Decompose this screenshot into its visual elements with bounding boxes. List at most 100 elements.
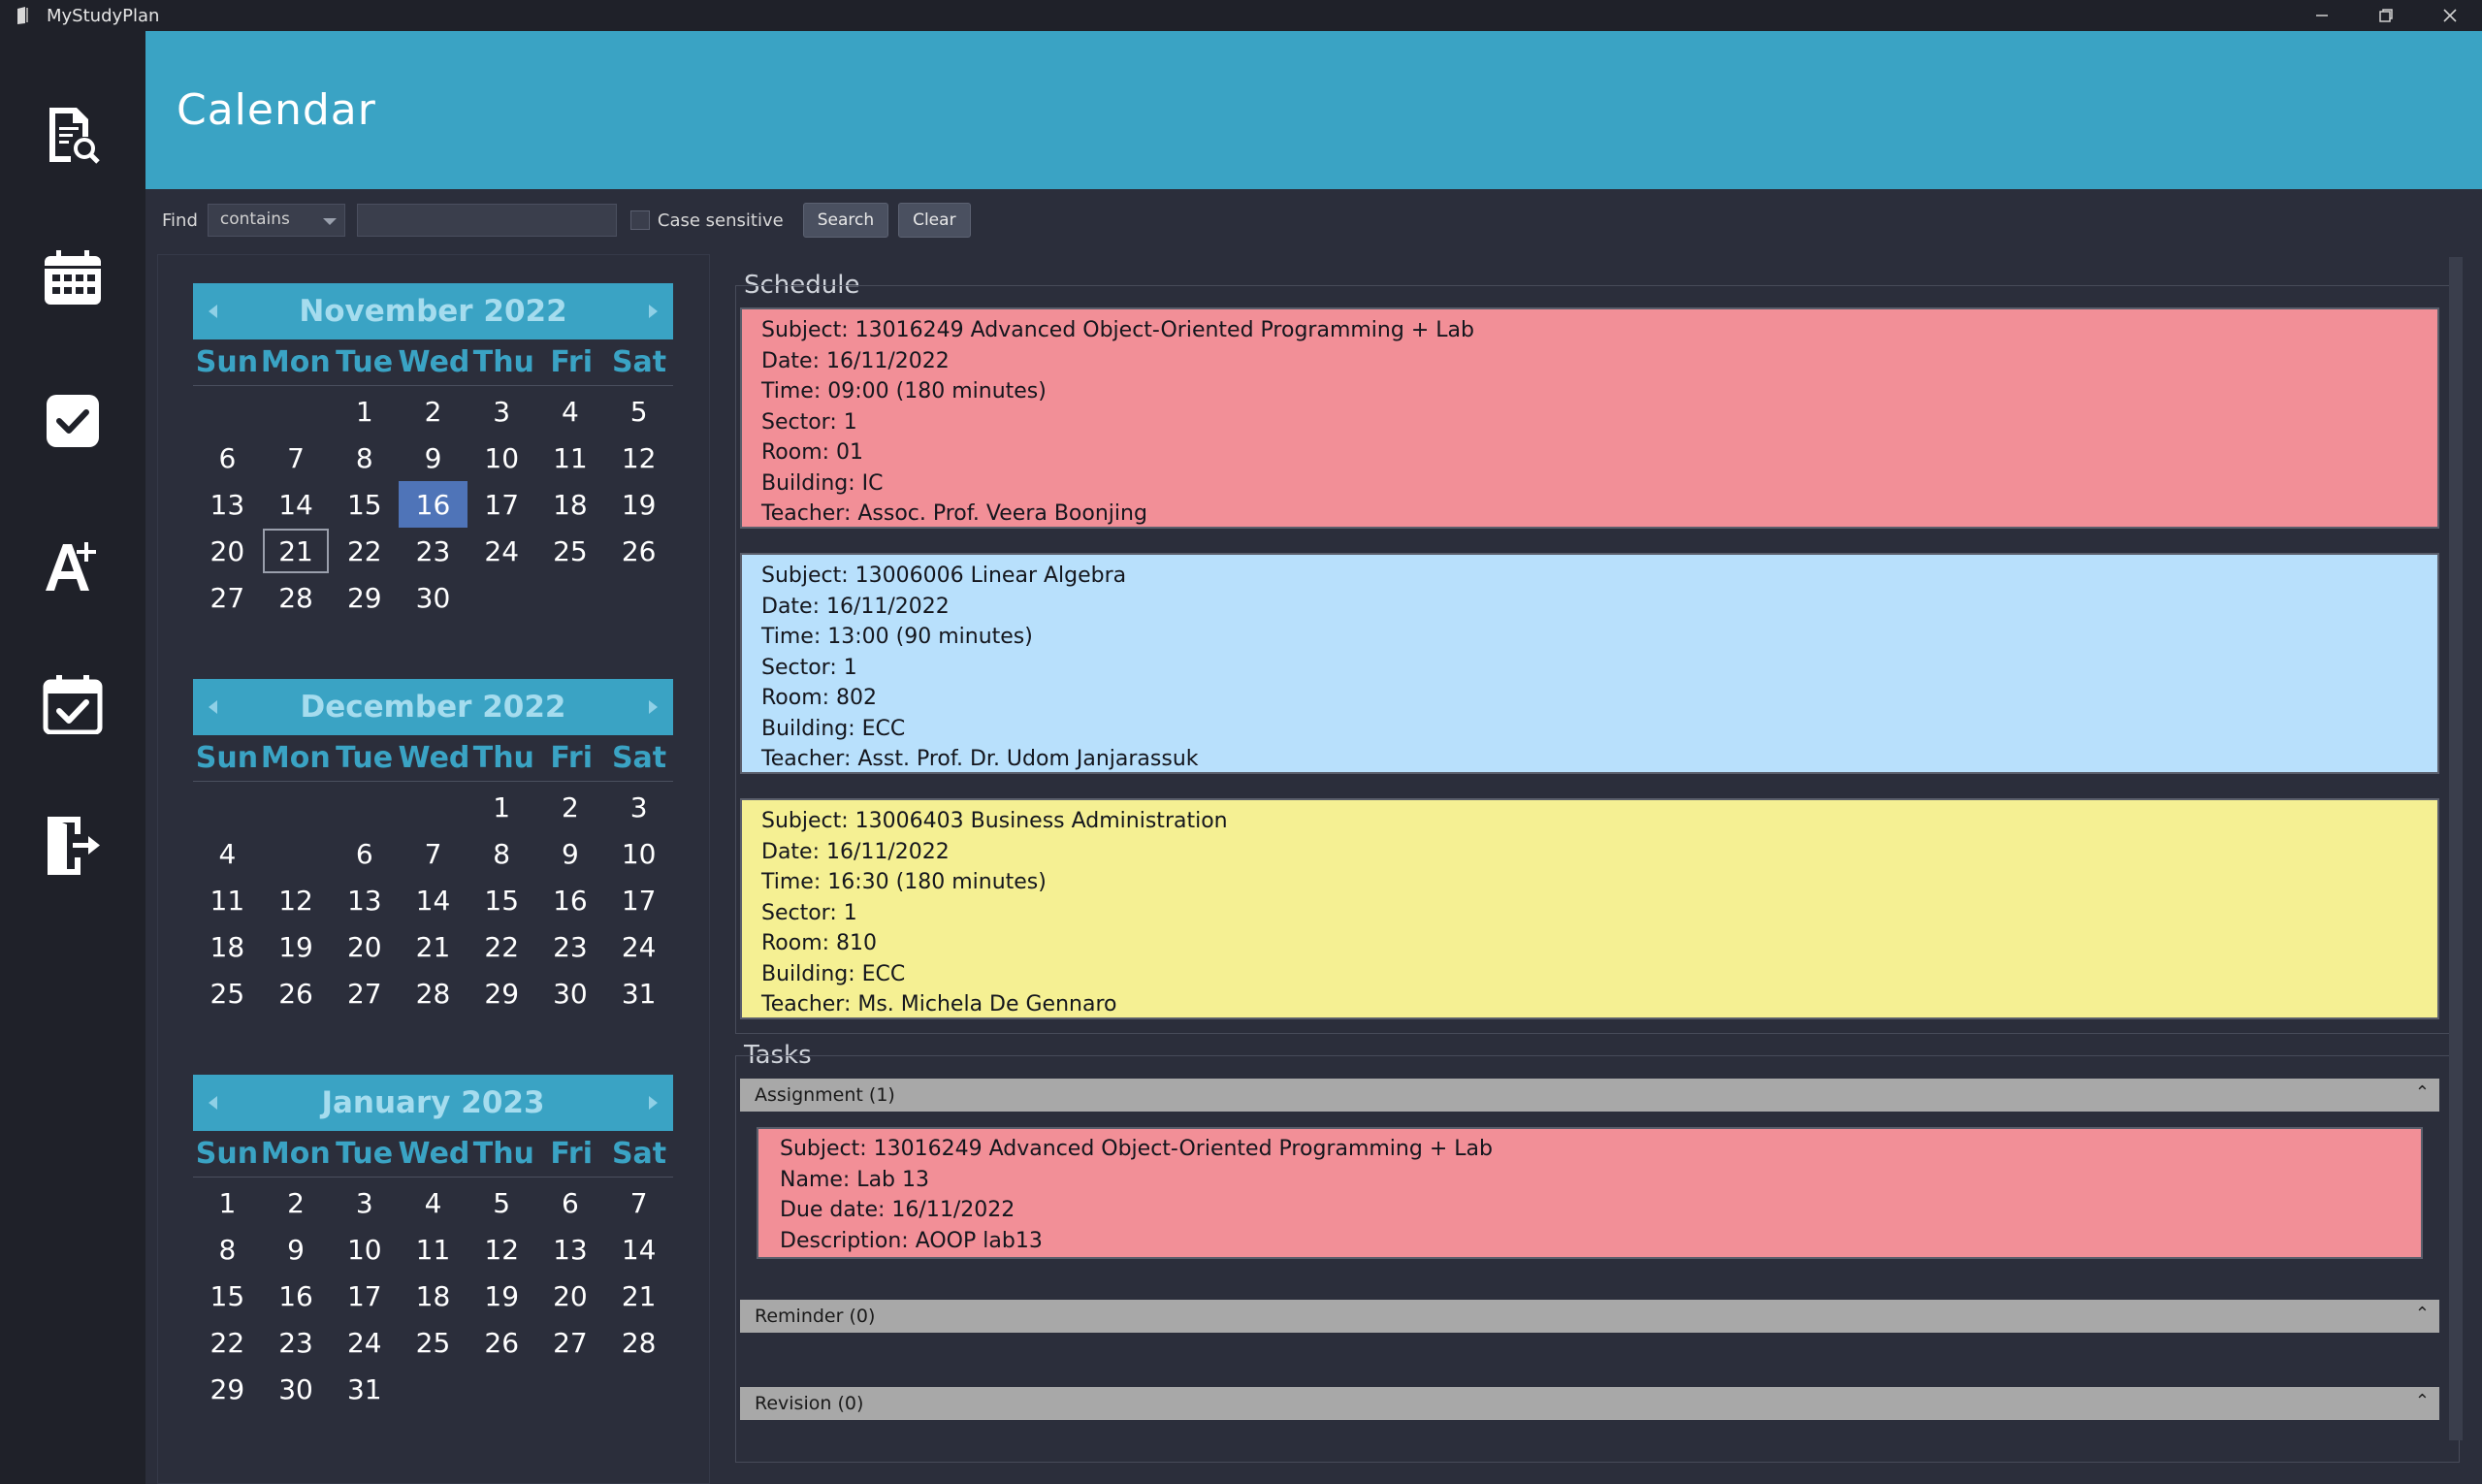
day-cell[interactable]: 11 [536,435,605,481]
day-cell[interactable]: 22 [330,528,399,574]
sidebar-item-calendar[interactable] [35,240,111,315]
day-cell[interactable]: 16 [536,877,605,923]
day-cell[interactable]: 19 [604,481,673,528]
day-cell[interactable]: 29 [330,574,399,621]
day-cell[interactable]: 23 [399,528,467,574]
clear-button[interactable]: Clear [898,203,971,238]
prev-month-icon[interactable] [209,700,217,714]
minimize-button[interactable] [2290,0,2354,31]
day-cell[interactable]: 25 [536,528,605,574]
next-month-icon[interactable] [648,700,658,714]
search-input[interactable] [356,204,617,237]
prev-month-icon[interactable] [209,305,217,318]
day-cell[interactable]: 24 [330,1319,399,1366]
day-cell[interactable]: 7 [604,1179,673,1226]
sidebar-item-logout[interactable] [35,807,111,883]
day-cell[interactable] [262,830,331,877]
day-cell[interactable]: 5 [467,1179,536,1226]
day-cell[interactable]: 26 [467,1319,536,1366]
sidebar-item-grades[interactable] [35,524,111,599]
sidebar-item-search-document[interactable] [35,97,111,173]
day-cell[interactable]: 8 [193,1226,262,1273]
day-cell[interactable]: 28 [262,574,331,621]
day-cell[interactable]: 23 [536,923,605,970]
day-cell[interactable]: 2 [536,784,605,830]
day-cell[interactable]: 19 [467,1273,536,1319]
day-cell[interactable]: 25 [193,970,262,1016]
day-cell[interactable]: 17 [467,481,536,528]
day-cell[interactable]: 13 [193,481,262,528]
task-group-header-assignment[interactable]: Assignment (1) ⌃ [740,1079,2439,1112]
task-group-header-revision[interactable]: Revision (0) ⌃ [740,1387,2439,1420]
day-cell[interactable]: 25 [399,1319,467,1366]
collapse-icon[interactable]: ⌃ [2415,1082,2430,1103]
day-cell[interactable]: 28 [604,1319,673,1366]
day-cell[interactable]: 10 [467,435,536,481]
day-cell[interactable]: 15 [193,1273,262,1319]
day-cell[interactable]: 2 [399,388,467,435]
day-cell[interactable]: 26 [262,970,331,1016]
day-cell[interactable]: 3 [467,388,536,435]
day-cell[interactable]: 20 [330,923,399,970]
day-cell[interactable]: 13 [536,1226,605,1273]
day-cell[interactable]: 3 [330,1179,399,1226]
close-button[interactable] [2418,0,2482,31]
task-group-header-reminder[interactable]: Reminder (0) ⌃ [740,1300,2439,1333]
day-cell[interactable]: 9 [262,1226,331,1273]
day-cell[interactable]: 28 [399,970,467,1016]
day-cell[interactable]: 12 [467,1226,536,1273]
find-mode-select[interactable]: contains [207,204,345,237]
day-cell[interactable]: 13 [330,877,399,923]
sidebar-item-tasks[interactable] [35,383,111,459]
schedule-card[interactable]: Subject: 13006403 Business Administratio… [740,798,2439,1019]
day-cell[interactable]: 9 [399,435,467,481]
day-cell[interactable]: 27 [536,1319,605,1366]
day-cell[interactable]: 12 [262,877,331,923]
day-cell[interactable]: 8 [467,830,536,877]
schedule-card[interactable]: Subject: 13006006 Linear Algebra Date: 16… [740,553,2439,774]
day-cell[interactable]: 12 [604,435,673,481]
task-card[interactable]: Subject: 13016249 Advanced Object-Orient… [757,1127,2423,1259]
day-cell[interactable]: 16 [262,1273,331,1319]
day-cell[interactable]: 24 [604,923,673,970]
day-cell[interactable]: 24 [467,528,536,574]
case-sensitive-checkbox[interactable] [629,210,650,230]
day-cell[interactable]: 17 [330,1273,399,1319]
schedule-card[interactable]: Subject: 13016249 Advanced Object-Orient… [740,307,2439,529]
day-cell[interactable]: 14 [604,1226,673,1273]
day-cell[interactable]: 1 [467,784,536,830]
sidebar-item-schedule[interactable] [35,666,111,742]
day-cell[interactable]: 20 [193,528,262,574]
day-cell[interactable]: 20 [536,1273,605,1319]
day-cell[interactable]: 10 [330,1226,399,1273]
day-cell[interactable]: 27 [330,970,399,1016]
day-cell[interactable]: 11 [399,1226,467,1273]
day-cell[interactable]: 4 [536,388,605,435]
day-cell[interactable]: 10 [604,830,673,877]
day-cell[interactable]: 27 [193,574,262,621]
day-cell[interactable]: 16 [399,481,467,528]
day-cell[interactable]: 14 [399,877,467,923]
day-cell[interactable]: 23 [262,1319,331,1366]
day-cell[interactable]: 11 [193,877,262,923]
search-button[interactable]: Search [802,203,889,238]
day-cell[interactable]: 5 [604,388,673,435]
day-cell[interactable]: 1 [193,1179,262,1226]
collapse-icon[interactable]: ⌃ [2415,1391,2430,1411]
next-month-icon[interactable] [648,1096,658,1110]
day-cell[interactable]: 9 [536,830,605,877]
day-cell[interactable]: 18 [193,923,262,970]
day-cell[interactable]: 22 [467,923,536,970]
day-cell[interactable]: 30 [536,970,605,1016]
day-cell[interactable]: 4 [399,1179,467,1226]
day-cell[interactable]: 30 [262,1366,331,1412]
day-cell[interactable]: 21 [262,528,331,574]
day-cell[interactable]: 31 [604,970,673,1016]
day-cell[interactable]: 2 [262,1179,331,1226]
day-cell[interactable]: 1 [330,388,399,435]
day-cell[interactable]: 4 [193,830,262,877]
day-cell[interactable]: 26 [604,528,673,574]
restore-button[interactable] [2354,0,2418,31]
vertical-scrollbar[interactable] [2449,257,2463,1440]
day-cell[interactable]: 15 [330,481,399,528]
